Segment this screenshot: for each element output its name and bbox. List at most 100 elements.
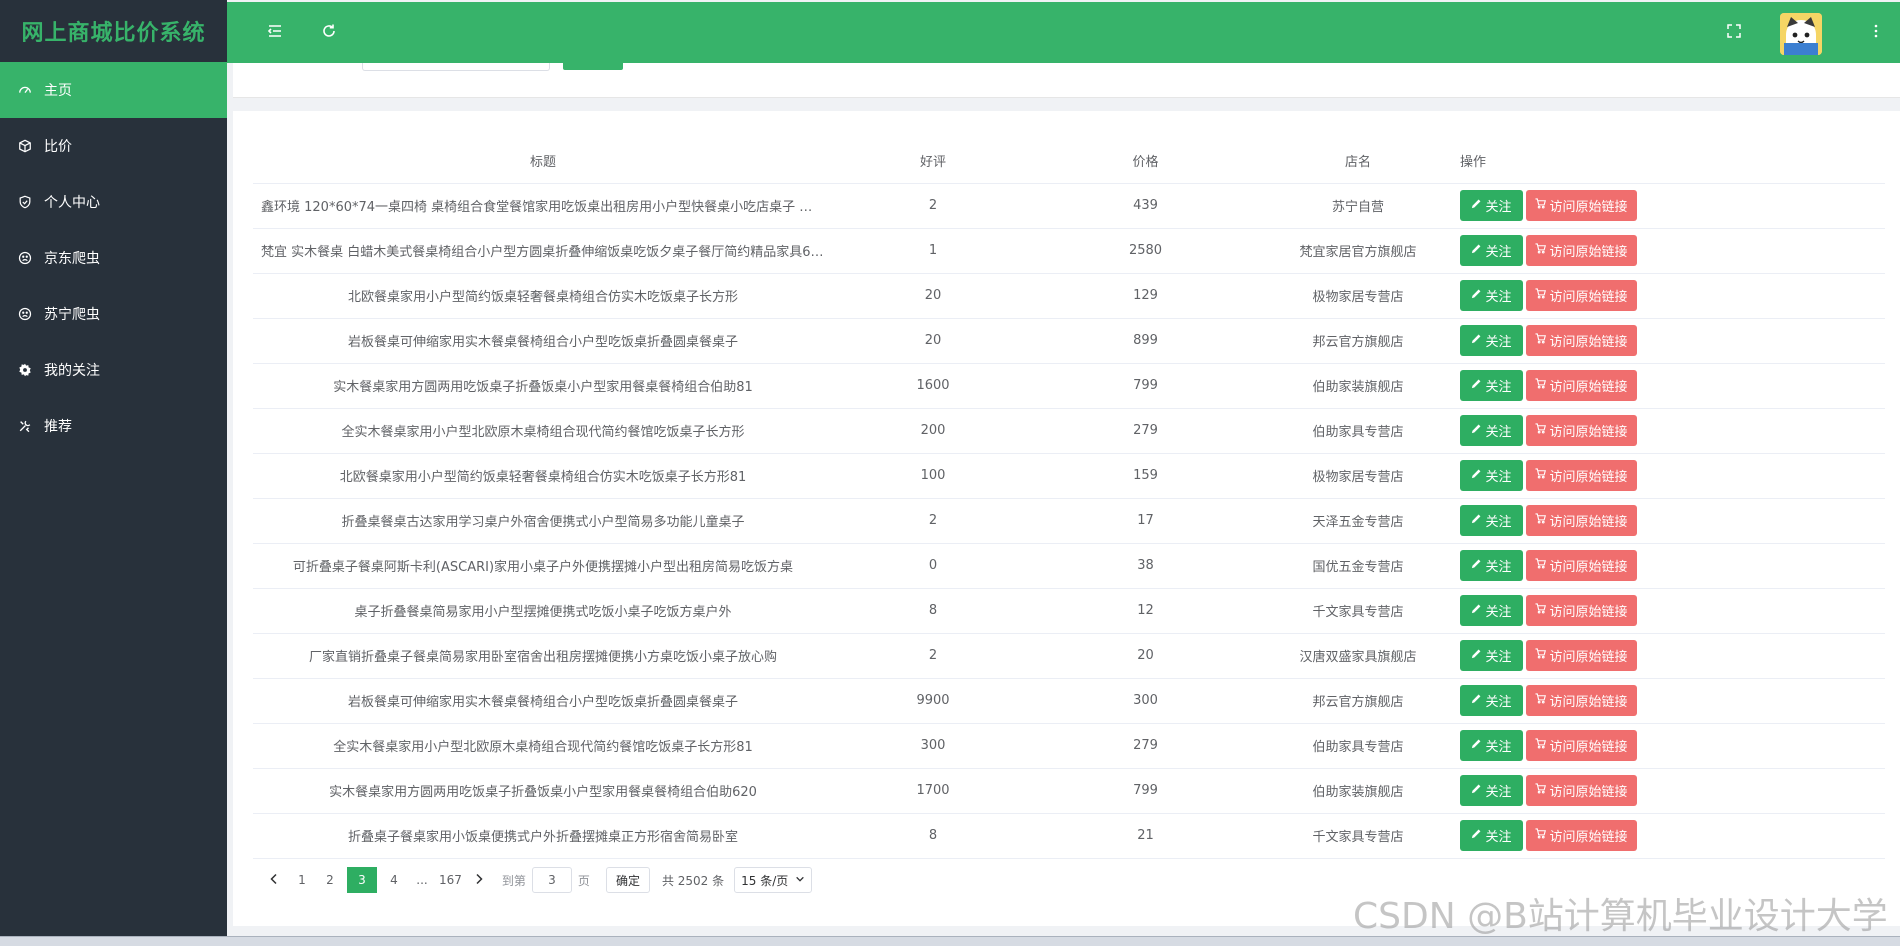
cell-shop: 千文家具专营店 [1258, 813, 1458, 859]
confirm-button[interactable]: 确定 [605, 867, 650, 893]
follow-button[interactable]: 关注 [1460, 190, 1523, 221]
follow-button[interactable]: 关注 [1460, 640, 1523, 671]
follow-button[interactable]: 关注 [1460, 325, 1523, 356]
page-size-value: 15 条/页 [741, 873, 789, 888]
cell-shop: 邦云官方旗舰店 [1258, 318, 1458, 364]
visit-link-button[interactable]: 访问原始链接 [1526, 370, 1637, 401]
cell-good-reviews: 100 [833, 453, 1033, 499]
cart-icon [1535, 828, 1549, 843]
watermark: CSDN @B站计算机毕业设计大学 [1353, 896, 1888, 937]
page-3[interactable]: 3 [347, 867, 377, 893]
visit-link-button[interactable]: 访问原始链接 [1526, 325, 1637, 356]
follow-button[interactable]: 关注 [1460, 235, 1523, 266]
search-input[interactable] [362, 63, 550, 71]
cart-icon [1535, 198, 1549, 213]
sidebar-item-recommend[interactable]: 推荐 [0, 398, 227, 454]
sidebar-item-label: 个人中心 [44, 195, 100, 211]
sidebar-item-profile[interactable]: 个人中心 [0, 174, 227, 230]
follow-button[interactable]: 关注 [1460, 730, 1523, 761]
cell-price: 38 [1033, 543, 1258, 589]
page-size-select[interactable]: 15 条/页 [734, 867, 813, 893]
sidebar-item-my-follows[interactable]: 我的关注 [0, 342, 227, 398]
edit-icon [1471, 513, 1485, 528]
follow-button[interactable]: 关注 [1460, 370, 1523, 401]
visit-link-button[interactable]: 访问原始链接 [1526, 595, 1637, 626]
cart-icon [1535, 558, 1549, 573]
visit-link-button[interactable]: 访问原始链接 [1526, 415, 1637, 446]
fullscreen-button[interactable] [1721, 20, 1747, 46]
sad-face-icon [18, 307, 32, 321]
sidebar-item-label: 比价 [44, 139, 72, 155]
visit-label: 访问原始链接 [1549, 380, 1628, 395]
cell-title: 实木餐桌家用方圆两用吃饭桌子折叠饭桌小户型家用餐桌餐椅组合伯助81 [253, 363, 833, 409]
visit-link-button[interactable]: 访问原始链接 [1526, 640, 1637, 671]
visit-label: 访问原始链接 [1549, 695, 1628, 710]
follow-button[interactable]: 关注 [1460, 460, 1523, 491]
cell-actions: 关注 访问原始链接 [1458, 543, 1885, 589]
sidebar-item-jd-crawler[interactable]: 京东爬虫 [0, 230, 227, 286]
page-167[interactable]: 167 [439, 867, 462, 893]
page-1[interactable]: 1 [291, 867, 313, 893]
visit-label: 访问原始链接 [1549, 200, 1628, 215]
visit-link-button[interactable]: 访问原始链接 [1526, 685, 1637, 716]
follow-label: 关注 [1485, 470, 1512, 485]
cell-price: 439 [1033, 183, 1258, 229]
goto-page-input[interactable]: 3 [531, 867, 572, 893]
cart-icon [1535, 423, 1549, 438]
cell-price: 799 [1033, 363, 1258, 409]
follow-label: 关注 [1485, 785, 1512, 800]
page-4[interactable]: 4 [383, 867, 405, 893]
cart-icon [1535, 513, 1549, 528]
cell-title: 北欧餐桌家用小户型简约饭桌轻奢餐桌椅组合仿实木吃饭桌子长方形 [253, 273, 833, 319]
cell-shop: 伯助家具专营店 [1258, 408, 1458, 454]
visit-label: 访问原始链接 [1549, 335, 1628, 350]
follow-button[interactable]: 关注 [1460, 775, 1523, 806]
app-title: 网上商城比价系统 [0, 0, 227, 62]
menu-toggle-button[interactable] [262, 20, 288, 46]
follow-button[interactable]: 关注 [1460, 505, 1523, 536]
page-ellipsis[interactable]: ... [411, 867, 433, 893]
follow-button[interactable]: 关注 [1460, 595, 1523, 626]
cell-actions: 关注 访问原始链接 [1458, 723, 1885, 769]
visit-link-button[interactable]: 访问原始链接 [1526, 505, 1637, 536]
follow-button[interactable]: 关注 [1460, 280, 1523, 311]
sidebar-item-compare[interactable]: 比价 [0, 118, 227, 174]
more-button[interactable] [1863, 20, 1889, 46]
cell-shop: 苏宁自营 [1258, 183, 1458, 229]
visit-link-button[interactable]: 访问原始链接 [1526, 730, 1637, 761]
cell-title: 岩板餐桌可伸缩家用实木餐桌餐椅组合小户型吃饭桌折叠圆桌餐桌子 [253, 318, 833, 364]
next-page-button[interactable] [468, 867, 490, 893]
cart-icon [1535, 603, 1549, 618]
cube-icon [18, 139, 32, 153]
visit-link-button[interactable]: 访问原始链接 [1526, 775, 1637, 806]
cell-price: 17 [1033, 498, 1258, 544]
visit-link-button[interactable]: 访问原始链接 [1526, 235, 1637, 266]
prev-page-button[interactable] [263, 867, 285, 893]
visit-link-button[interactable]: 访问原始链接 [1526, 820, 1637, 851]
cell-shop: 天泽五金专营店 [1258, 498, 1458, 544]
cart-icon [1535, 288, 1549, 303]
visit-label: 访问原始链接 [1549, 650, 1628, 665]
table-row: 全实木餐桌家用小户型北欧原木桌椅组合现代简约餐馆吃饭桌子长方形 200 279 伯助家… [253, 408, 1885, 454]
cell-price: 799 [1033, 768, 1258, 814]
avatar[interactable] [1780, 13, 1822, 55]
follow-button[interactable]: 关注 [1460, 685, 1523, 716]
visit-link-button[interactable]: 访问原始链接 [1526, 460, 1637, 491]
edit-icon [1471, 558, 1485, 573]
edit-icon [1471, 333, 1485, 348]
visit-link-button[interactable]: 访问原始链接 [1526, 190, 1637, 221]
cart-icon [1535, 648, 1549, 663]
edit-icon [1471, 648, 1485, 663]
follow-button[interactable]: 关注 [1460, 820, 1523, 851]
refresh-button[interactable] [316, 20, 342, 46]
cell-price: 21 [1033, 813, 1258, 859]
search-button[interactable] [563, 63, 623, 70]
visit-link-button[interactable]: 访问原始链接 [1526, 280, 1637, 311]
sidebar-item-suning-crawler[interactable]: 苏宁爬虫 [0, 286, 227, 342]
sidebar-item-home[interactable]: 主页 [0, 62, 227, 118]
follow-button[interactable]: 关注 [1460, 415, 1523, 446]
follow-button[interactable]: 关注 [1460, 550, 1523, 581]
visit-link-button[interactable]: 访问原始链接 [1526, 550, 1637, 581]
menu-fold-icon [267, 23, 283, 43]
page-2[interactable]: 2 [319, 867, 341, 893]
